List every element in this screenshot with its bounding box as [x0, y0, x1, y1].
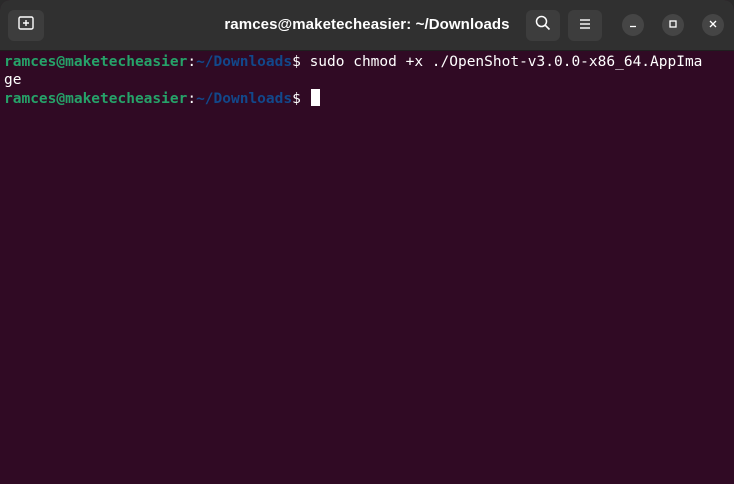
prompt-path: ~/Downloads [196, 91, 293, 107]
maximize-button[interactable] [662, 14, 684, 36]
terminal-scrollbar[interactable] [728, 51, 734, 484]
prompt-symbol: $ [292, 91, 310, 107]
text-cursor [310, 89, 320, 106]
new-tab-icon [18, 16, 34, 35]
terminal-output[interactable]: ramces@maketecheasier:~/Downloads$ sudo … [0, 51, 728, 484]
header-bar: ramces@maketecheasier: ~/Downloads [0, 0, 734, 51]
menu-button[interactable] [568, 10, 602, 41]
prompt-colon: : [187, 54, 197, 70]
terminal-line: ramces@maketecheasier:~/Downloads$ [4, 89, 728, 108]
close-icon [708, 16, 718, 34]
prompt-user-host: ramces@maketecheasier [4, 54, 188, 70]
search-icon [535, 15, 551, 36]
prompt-path: ~/Downloads [196, 54, 293, 70]
close-button[interactable] [702, 14, 724, 36]
prompt-colon: : [187, 91, 197, 107]
search-button[interactable] [526, 10, 560, 41]
minimize-icon [628, 16, 638, 34]
hamburger-menu-icon [578, 17, 592, 35]
prompt-user-host: ramces@maketecheasier [4, 91, 188, 107]
terminal-line-wrap: ge [4, 71, 728, 89]
terminal-window: ramces@maketecheasier: ~/Downloads ramce… [0, 0, 734, 484]
minimize-button[interactable] [622, 14, 644, 36]
terminal-line: ramces@maketecheasier:~/Downloads$ sudo … [4, 53, 728, 71]
command-text: sudo chmod +x ./OpenShot-v3.0.0-x86_64.A… [309, 54, 703, 70]
maximize-icon [668, 16, 678, 34]
command-text-wrap: ge [4, 72, 22, 88]
new-tab-button[interactable] [8, 10, 44, 41]
prompt-symbol: $ [292, 54, 310, 70]
